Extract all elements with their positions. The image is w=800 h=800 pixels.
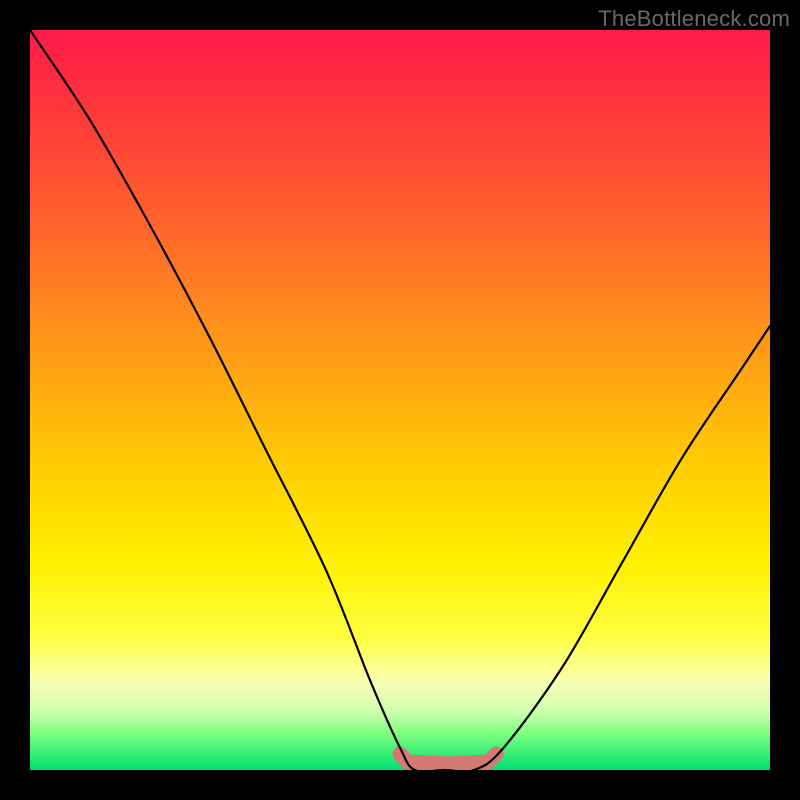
trough-marker bbox=[400, 754, 496, 764]
bottleneck-curve bbox=[30, 30, 770, 770]
chart-container: TheBottleneck.com bbox=[0, 0, 800, 800]
curve-layer bbox=[30, 30, 770, 770]
watermark-text: TheBottleneck.com bbox=[598, 6, 790, 32]
plot-area bbox=[30, 30, 770, 770]
